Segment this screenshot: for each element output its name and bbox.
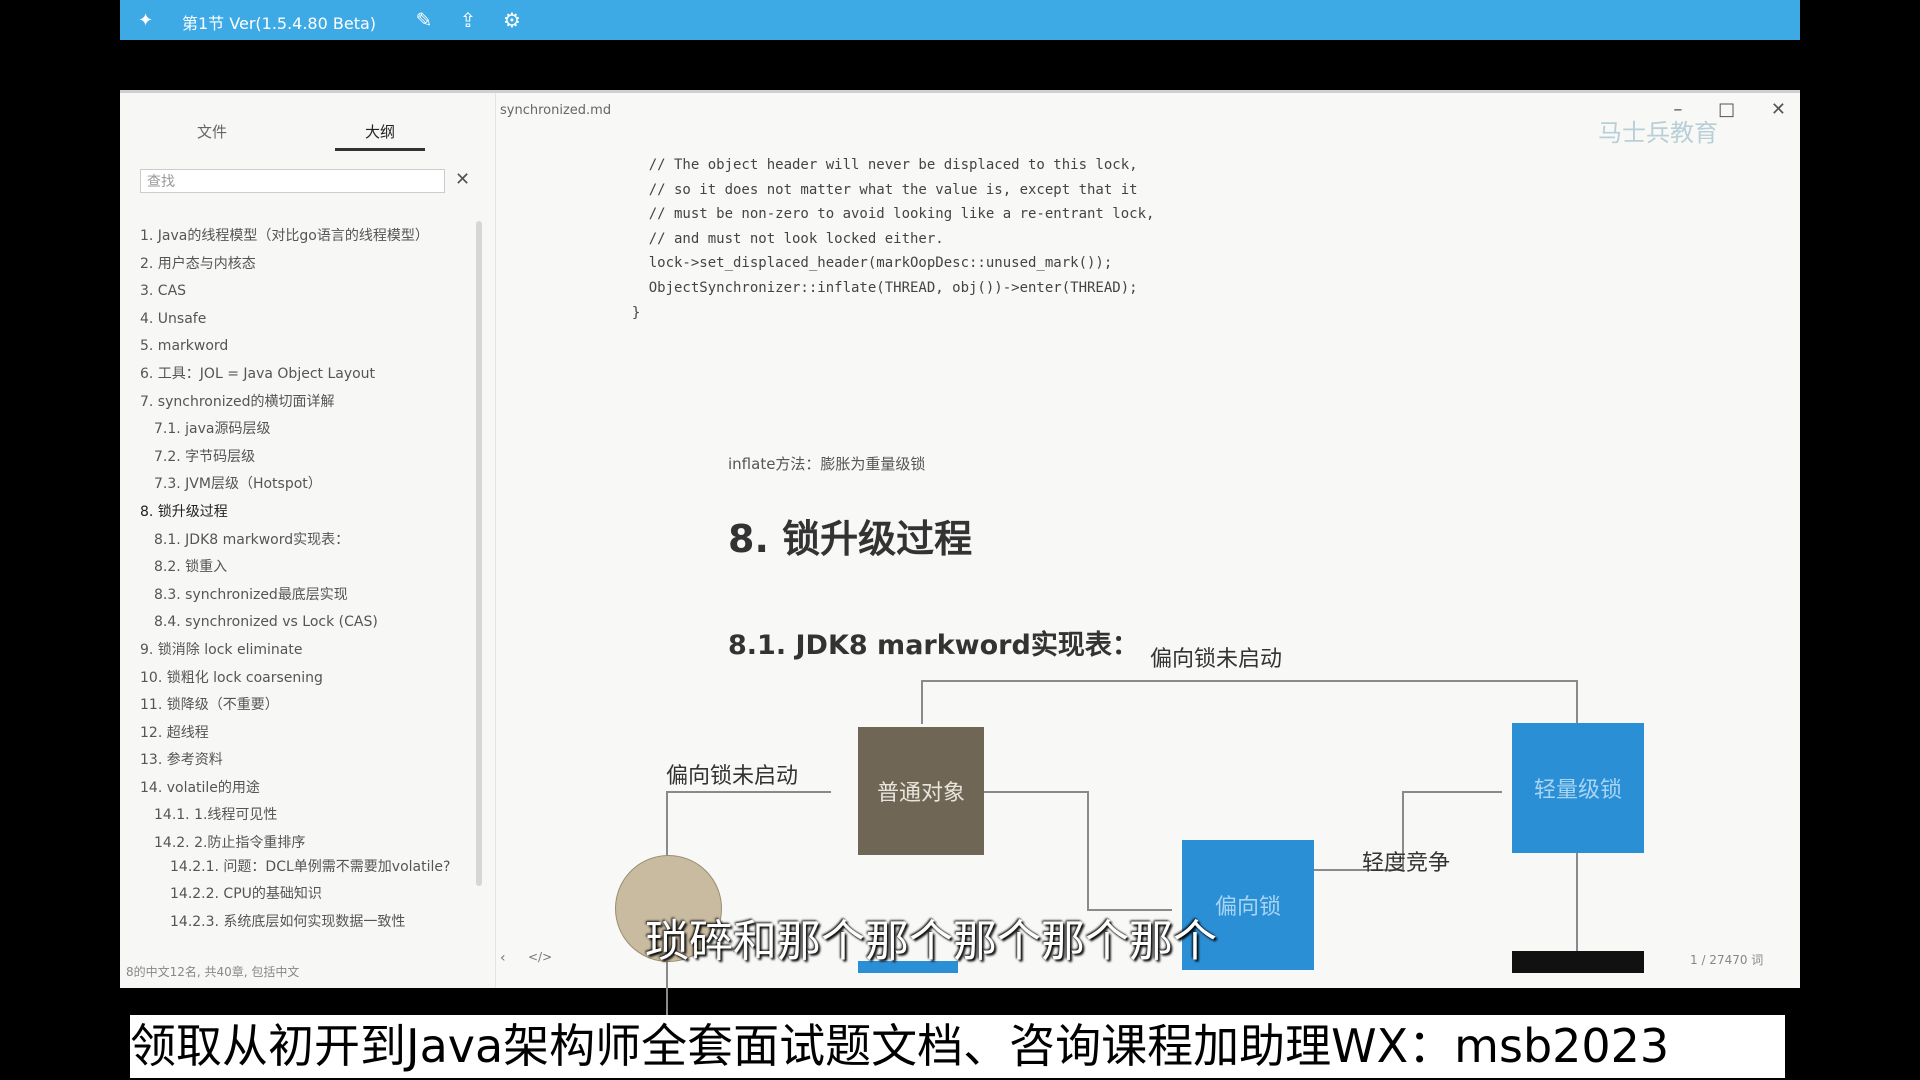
document-filename: synchronized.md: [500, 103, 612, 118]
outline-list: 1. Java的线程模型（对比go语言的线程模型） 2. 用户态与内核态 3. CA…: [140, 223, 480, 940]
outline-item[interactable]: 8.1. JDK8 markword实现表：: [140, 527, 480, 555]
label-biased-disabled-top: 偏向锁未启动: [1150, 647, 1283, 672]
settings-icon[interactable]: ⚙: [500, 8, 524, 32]
label-biased-disabled-left: 偏向锁未启动: [666, 764, 799, 789]
box-normal-object: 普通对象: [858, 727, 984, 855]
connector-line: [666, 791, 831, 793]
outline-item[interactable]: 8.2. 锁重入: [140, 554, 480, 582]
player-title: 第1节 Ver(1.5.4.80 Beta): [182, 14, 377, 33]
outline-item[interactable]: 14.2.3. 系统底层如何实现数据一致性: [140, 913, 480, 941]
box-lightweight-lock: 轻量级锁: [1512, 723, 1644, 853]
search-input[interactable]: 查找: [140, 169, 445, 193]
close-icon[interactable]: ✕: [455, 169, 470, 190]
share-icon[interactable]: ⇪: [456, 8, 480, 32]
close-button[interactable]: ✕: [1771, 99, 1786, 120]
source-code-icon[interactable]: </>: [528, 950, 552, 964]
outline-item[interactable]: 6. 工具：JOL = Java Object Layout: [140, 361, 480, 389]
tab-outline[interactable]: 大纲: [335, 121, 425, 151]
outline-item[interactable]: 3. CAS: [140, 278, 480, 306]
outline-item[interactable]: 8. 锁升级过程: [140, 499, 480, 527]
outline-item[interactable]: 10. 锁粗化 lock coarsening: [140, 665, 480, 693]
sidebar: 文件 大纲 查找 ✕ 1. Java的线程模型（对比go语言的线程模型） 2. 用…: [120, 93, 496, 988]
outline-item[interactable]: 8.4. synchronized vs Lock (CAS): [140, 609, 480, 637]
outline-item[interactable]: 14.2. 2.防止指令重排序: [140, 830, 480, 858]
subsection-heading: 8.1. JDK8 markword实现表：: [728, 630, 1139, 661]
app-logo-icon: ✦: [138, 10, 154, 31]
outline-item[interactable]: 5. markword: [140, 333, 480, 361]
connector-line: [1402, 791, 1502, 793]
promo-banner: 领取从初开到Java架构师全套面试题文档、咨询课程加助理WX：msb2023: [130, 1015, 1785, 1078]
outline-item[interactable]: 14.2.1. 问题：DCL单例需不需要加volatile?: [140, 858, 480, 886]
outline-item[interactable]: 14. volatile的用途: [140, 775, 480, 803]
box-heavyweight-lock: [1512, 951, 1644, 973]
edit-icon[interactable]: ✎: [412, 8, 436, 32]
sidebar-scrollbar[interactable]: [476, 221, 482, 886]
connector-line: [1087, 791, 1089, 911]
tab-files[interactable]: 文件: [167, 121, 257, 142]
outline-item[interactable]: 14.1. 1.线程可见性: [140, 802, 480, 830]
video-subtitle: 琐碎和那个那个那个那个那个: [645, 916, 1217, 967]
outline-item[interactable]: 13. 参考资料: [140, 747, 480, 775]
connector-line: [921, 680, 923, 724]
player-title-bar: ✦ 第1节 Ver(1.5.4.80 Beta) ✎ ⇪ ⚙: [120, 0, 1800, 40]
outline-item[interactable]: 7. synchronized的横切面详解: [140, 389, 480, 417]
inflate-note: inflate方法：膨胀为重量级锁: [728, 455, 926, 473]
chevron-left-icon[interactable]: ‹: [500, 950, 506, 966]
document-content: // The object header will never be displ…: [615, 153, 1615, 661]
outline-item[interactable]: 4. Unsafe: [140, 306, 480, 334]
outline-item[interactable]: 11. 锁降级（不重要）: [140, 692, 480, 720]
outline-item[interactable]: 7.2. 字节码层级: [140, 444, 480, 472]
outline-item[interactable]: 8.3. synchronized最底层实现: [140, 582, 480, 610]
maximize-button[interactable]: □: [1718, 99, 1735, 120]
section-heading: 8. 锁升级过程: [728, 517, 973, 561]
outline-item[interactable]: 9. 锁消除 lock eliminate: [140, 637, 480, 665]
sidebar-footer: 8的中文12名, 共40章, 包括中文: [126, 965, 300, 979]
outline-item[interactable]: 2. 用户态与内核态: [140, 251, 480, 279]
outline-item[interactable]: 14.2.2. CPU的基础知识: [140, 885, 480, 913]
connector-line: [1576, 851, 1578, 951]
label-light-contention: 轻度竞争: [1362, 851, 1451, 876]
code-block: // The object header will never be displ…: [631, 157, 1155, 321]
watermark-logo: 马士兵教育: [1598, 119, 1718, 147]
word-count: 1 / 27470 词: [1690, 953, 1764, 967]
outline-item[interactable]: 7.1. java源码层级: [140, 416, 480, 444]
connector-line: [1576, 680, 1578, 724]
outline-item[interactable]: 1. Java的线程模型（对比go语言的线程模型）: [140, 223, 480, 251]
editor-window: 文件 大纲 查找 ✕ 1. Java的线程模型（对比go语言的线程模型） 2. 用…: [120, 90, 1800, 1051]
connector-line: [921, 680, 1576, 682]
outline-item[interactable]: 12. 超线程: [140, 720, 480, 748]
outline-item[interactable]: 7.3. JVM层级（Hotspot）: [140, 471, 480, 499]
connector-line: [981, 791, 1089, 793]
